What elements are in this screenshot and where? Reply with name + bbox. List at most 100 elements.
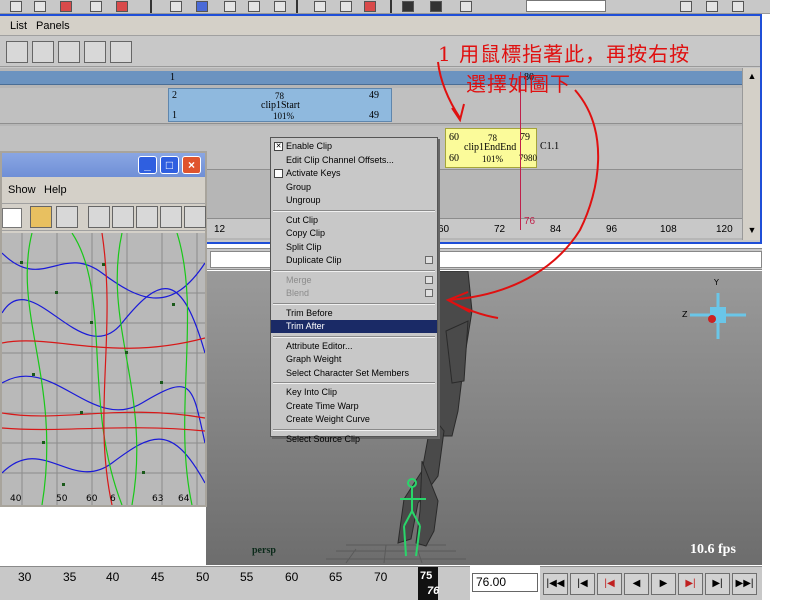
render-icon[interactable]: [364, 1, 376, 12]
create-clip-icon[interactable]: [32, 41, 54, 63]
step-tangent-icon[interactable]: [184, 206, 206, 228]
ruler-number: 96: [606, 224, 618, 235]
menu-item-graph-weight[interactable]: Graph Weight: [271, 353, 437, 366]
minimize-icon[interactable]: _: [138, 156, 157, 174]
step-forward-frame-icon[interactable]: ▶|: [678, 573, 703, 595]
step-back-frame-icon[interactable]: |◀: [597, 573, 622, 595]
scroll-up-icon[interactable]: ▲: [745, 70, 759, 82]
menu-item-label: Create Weight Curve: [286, 414, 370, 424]
playback-controls: |◀◀ |◀ |◀ ◀ ▶ ▶| ▶| ▶▶|: [540, 566, 762, 600]
close-icon[interactable]: ×: [182, 156, 201, 174]
toolbar-icon[interactable]: [116, 1, 128, 12]
checked-checkbox-icon[interactable]: ✕: [274, 142, 283, 151]
render-view-icon[interactable]: [402, 1, 414, 12]
menu-item-select-character-set-members[interactable]: Select Character Set Members: [271, 367, 437, 380]
toolbar-icon[interactable]: [732, 1, 744, 12]
menu-item-duplicate-clip[interactable]: Duplicate Clip: [271, 254, 437, 267]
menu-item-activate-keys[interactable]: Activate Keys: [271, 167, 437, 180]
clip-start-frame: 2: [172, 90, 177, 101]
graph-editor-window[interactable]: _ □ × Show Help 40 50 60 6 63 64: [0, 151, 207, 507]
menu-item-ungroup[interactable]: Ungroup: [271, 194, 437, 207]
menu-item-label: Trim Before: [286, 307, 333, 318]
menu-item-select-source-clip[interactable]: Select Source Clip: [271, 433, 437, 446]
play-forwards-icon[interactable]: ▶: [651, 573, 676, 595]
menu-item-trim-after[interactable]: Trim After: [271, 320, 437, 333]
menu-panels[interactable]: Panels: [36, 20, 70, 32]
graph-editor-titlebar[interactable]: _ □ ×: [2, 153, 205, 177]
graph-icon[interactable]: [110, 41, 132, 63]
checkbox-icon[interactable]: [274, 169, 283, 178]
clip-start[interactable]: 2 78 clip1Start 49 1 101% 49: [168, 88, 392, 122]
grid-icon[interactable]: [170, 1, 182, 12]
toolbar-separator: [150, 0, 152, 13]
toolbar-icon[interactable]: [706, 1, 718, 12]
maximize-icon[interactable]: □: [160, 156, 179, 174]
track-row[interactable]: 2 78 clip1Start 49 1 101% 49: [0, 88, 742, 124]
menu-item-trim-before[interactable]: Trim Before: [271, 307, 437, 320]
toolbar-icon[interactable]: [340, 1, 352, 12]
frame-selection-icon[interactable]: [56, 206, 78, 228]
scissors-icon[interactable]: [58, 41, 80, 63]
menu-separator: [273, 302, 435, 305]
toolbar-icon[interactable]: [314, 1, 326, 12]
clip-start-row2-start: 1: [172, 110, 177, 121]
menu-item-label: Edit Clip Channel Offsets...: [286, 154, 394, 165]
menu-item-edit-clip-channel-offsets[interactable]: Edit Clip Channel Offsets...: [271, 154, 437, 167]
curve-axis-number: 6: [110, 494, 116, 504]
menu-item-create-time-warp[interactable]: Create Time Warp: [271, 400, 437, 413]
linear-tangent-icon[interactable]: [136, 206, 158, 228]
menu-item-key-into-clip[interactable]: Key Into Clip: [271, 386, 437, 399]
scroll-down-icon[interactable]: ▼: [745, 224, 759, 236]
toolbar-icon[interactable]: [460, 1, 472, 12]
curve-icon[interactable]: [196, 1, 208, 12]
menu-item-copy-clip[interactable]: Copy Clip: [271, 227, 437, 240]
curve-axis-number: 40: [10, 494, 22, 504]
menu-item-group[interactable]: Group: [271, 181, 437, 194]
menu-item-split-clip[interactable]: Split Clip: [271, 241, 437, 254]
clip-end-end-frame: 79: [520, 132, 530, 143]
time-slider[interactable]: 30 35 40 45 50 55 60 65 70: [0, 566, 470, 600]
scissors-icon[interactable]: [84, 41, 106, 63]
point-icon[interactable]: [224, 1, 236, 12]
graph-value-field[interactable]: [2, 208, 22, 228]
trax-vertical-scrollbar[interactable]: ▲ ▼: [742, 68, 760, 240]
spline-tangent-icon[interactable]: [88, 206, 110, 228]
go-to-end-icon[interactable]: ▶▶|: [732, 573, 757, 595]
go-to-start-icon[interactable]: |◀◀: [543, 573, 568, 595]
menu-show[interactable]: Show: [8, 184, 36, 196]
menu-item-attribute-editor[interactable]: Attribute Editor...: [271, 340, 437, 353]
menu-item-blend: Blend: [271, 287, 437, 300]
toolbar-icon[interactable]: [34, 1, 46, 12]
clip-start-row2-end: 49: [369, 110, 379, 121]
animation-curves: [2, 233, 205, 505]
frame-all-icon[interactable]: [30, 206, 52, 228]
load-clip-icon[interactable]: [6, 41, 28, 63]
toolbar-icon[interactable]: [10, 1, 22, 12]
current-frame-field[interactable]: 76.00: [472, 573, 538, 592]
magnet-icon[interactable]: [248, 1, 260, 12]
menu-help[interactable]: Help: [44, 184, 67, 196]
menu-item-cut-clip[interactable]: Cut Clip: [271, 214, 437, 227]
toolbar-icon[interactable]: [90, 1, 102, 12]
option-box-icon[interactable]: [425, 275, 433, 284]
step-back-key-icon[interactable]: |◀: [570, 573, 595, 595]
graph-curve-area[interactable]: 40 50 60 6 63 64: [2, 233, 205, 505]
track-header-number: 1: [170, 72, 175, 83]
menu-list[interactable]: List: [10, 20, 27, 32]
snap-icon[interactable]: [274, 1, 286, 12]
toolbar-icon[interactable]: [680, 1, 692, 12]
step-forward-key-icon[interactable]: ▶|: [705, 573, 730, 595]
play-backwards-icon[interactable]: ◀: [624, 573, 649, 595]
menu-item-enable-clip[interactable]: Enable Clip ✕: [271, 140, 437, 153]
clip-end[interactable]: 60 78 clip1EndEnd 79 60 101% 7980: [445, 128, 537, 168]
clip-start-name: clip1Start: [261, 100, 300, 111]
flat-tangent-icon[interactable]: [160, 206, 182, 228]
option-box-icon[interactable]: [425, 256, 433, 264]
render-settings-icon[interactable]: [430, 1, 442, 12]
toolbar-icon[interactable]: [60, 1, 72, 12]
clamped-tangent-icon[interactable]: [112, 206, 134, 228]
option-box-icon[interactable]: [425, 289, 433, 297]
top-input-field[interactable]: [526, 0, 606, 12]
track-header[interactable]: 1 80: [0, 71, 742, 85]
menu-item-create-weight-curve[interactable]: Create Weight Curve: [271, 413, 437, 426]
